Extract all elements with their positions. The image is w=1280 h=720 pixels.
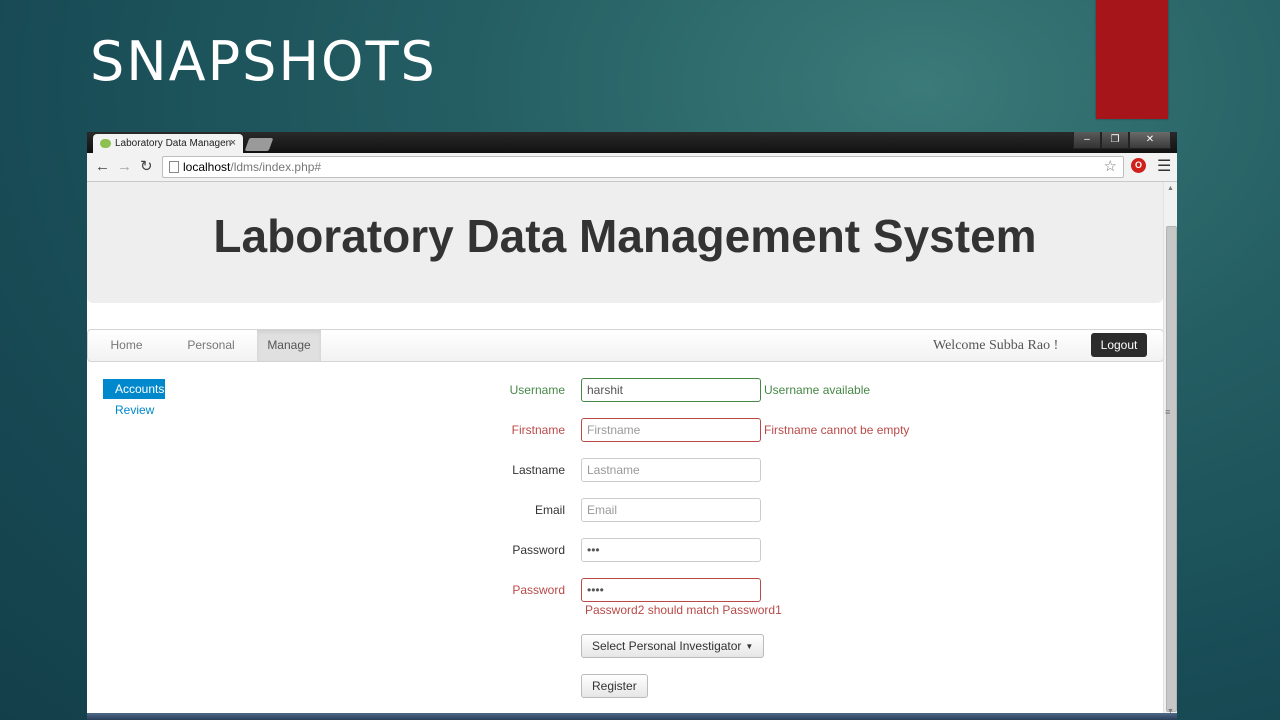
address-bar[interactable]: localhost/ldms/index.php# ☆ xyxy=(162,156,1124,178)
os-taskbar xyxy=(87,713,1177,720)
scroll-thumb[interactable] xyxy=(1166,226,1177,712)
scroll-up-icon[interactable]: ▲ xyxy=(1167,185,1174,192)
new-tab-button[interactable] xyxy=(244,138,274,151)
site-title: Laboratory Data Management System xyxy=(213,210,1037,262)
window-controls: – ❐ ✕ xyxy=(1073,132,1171,150)
username-label: Username xyxy=(509,383,565,397)
url-path: /ldms/index.php# xyxy=(230,160,322,174)
select-investigator-label: Select Personal Investigator xyxy=(592,639,742,653)
confirm-password-label: Password xyxy=(512,583,565,597)
welcome-message: Welcome Subba Rao ! xyxy=(933,338,1059,353)
slide-title: SNAPSHOTS xyxy=(90,30,437,93)
username-help: Username available xyxy=(764,383,871,397)
browser-tab[interactable]: Laboratory Data Managen × xyxy=(93,134,243,153)
browser-toolbar: ← → ↻ localhost/ldms/index.php# ☆ O ☰ xyxy=(87,153,1177,182)
password-label: Password xyxy=(512,543,565,557)
accent-bar xyxy=(1096,0,1168,119)
lastname-row: Lastname Lastname xyxy=(87,458,1177,482)
close-window-button[interactable]: ✕ xyxy=(1129,132,1171,149)
reload-icon[interactable]: ↻ xyxy=(140,158,153,176)
sidebar-item-review[interactable]: Review xyxy=(103,400,165,420)
browser-window: Laboratory Data Managen × – ❐ ✕ ← → ↻ lo… xyxy=(87,132,1177,720)
back-arrow-icon[interactable]: ← xyxy=(95,158,110,176)
email-input[interactable]: Email xyxy=(581,498,761,522)
nav-manage[interactable]: Manage xyxy=(257,330,321,361)
select-investigator-button[interactable]: Select Personal Investigator ▼ xyxy=(581,634,765,658)
nav-personal[interactable]: Personal xyxy=(165,330,257,361)
url-host: localhost xyxy=(183,160,231,174)
username-input[interactable]: harshit xyxy=(581,378,761,402)
bookmark-star-icon[interactable]: ☆ xyxy=(1104,157,1117,177)
page-viewport: Laboratory Data Management System Home P… xyxy=(87,182,1177,720)
lastname-input[interactable]: Lastname xyxy=(581,458,761,482)
username-row: Username harshit Username available xyxy=(87,378,1177,402)
forward-arrow-icon[interactable]: → xyxy=(117,158,132,176)
minimize-button[interactable]: – xyxy=(1073,132,1101,149)
firstname-label: Firstname xyxy=(511,423,565,437)
page-icon xyxy=(169,161,179,173)
main-navbar: Home Personal Manage Welcome Subba Rao !… xyxy=(87,329,1164,362)
register-button[interactable]: Register xyxy=(581,674,648,698)
scroll-grip-icon: ≡ xyxy=(1165,407,1171,417)
restore-button[interactable]: ❐ xyxy=(1101,132,1129,149)
nav-home[interactable]: Home xyxy=(88,330,165,361)
tab-close-icon[interactable]: × xyxy=(230,134,236,153)
email-label: Email xyxy=(534,503,565,517)
password-row: Password ••• xyxy=(87,538,1177,562)
caret-down-icon: ▼ xyxy=(745,642,754,651)
firstname-input[interactable]: Firstname xyxy=(581,418,761,442)
url-text: localhost/ldms/index.php# xyxy=(183,157,321,177)
tab-title: Laboratory Data Managen xyxy=(115,138,232,149)
extension-icon[interactable]: O xyxy=(1131,158,1146,173)
favicon-icon xyxy=(100,139,111,148)
firstname-row: Firstname Firstname Firstname cannot be … xyxy=(87,418,1177,442)
tab-strip: Laboratory Data Managen × – ❐ ✕ xyxy=(87,132,1177,153)
firstname-help: Firstname cannot be empty xyxy=(764,423,910,437)
confirm-password-help: Password2 should match Password1 xyxy=(585,603,782,617)
browser-menu-icon[interactable]: ☰ xyxy=(1157,156,1171,176)
email-row: Email Email xyxy=(87,498,1177,522)
logout-button[interactable]: Logout xyxy=(1091,333,1147,357)
lastname-label: Lastname xyxy=(512,463,565,477)
header-banner: Laboratory Data Management System xyxy=(87,182,1163,303)
scrollbar[interactable]: ▲ ≡ ▼ xyxy=(1163,182,1177,720)
password-input[interactable]: ••• xyxy=(581,538,761,562)
